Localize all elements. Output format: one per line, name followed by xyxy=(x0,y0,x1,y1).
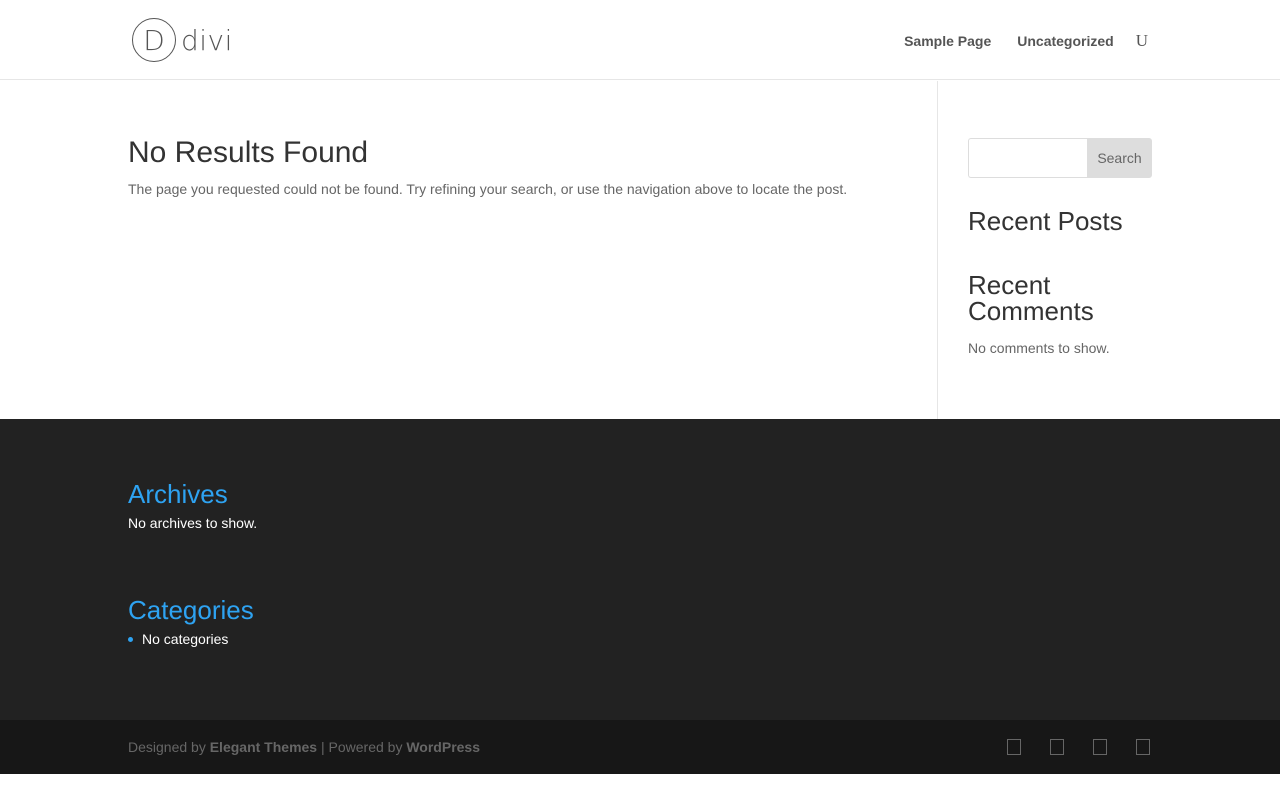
categories-title: Categories xyxy=(128,595,254,625)
wordpress-link[interactable]: WordPress xyxy=(406,739,480,755)
nav-item-sample-page[interactable]: Sample Page xyxy=(904,32,991,50)
page-title: No Results Found xyxy=(128,136,369,169)
footer-widgets-area: Archives No archives to show. Categories… xyxy=(0,419,1280,720)
rss-icon[interactable] xyxy=(1136,739,1150,755)
sidebar-divider xyxy=(937,81,938,419)
footer-credits: Designed by Elegant Themes | Powered by … xyxy=(128,738,480,756)
twitter-icon[interactable] xyxy=(1050,739,1064,755)
site-header: D divi Sample Page Uncategorized U xyxy=(0,0,1280,80)
logo-mark: D xyxy=(132,18,176,62)
no-comments-text: No comments to show. xyxy=(968,340,1110,356)
main-area: No Results Found The page you requested … xyxy=(0,81,1280,419)
search-button[interactable]: Search xyxy=(1087,138,1152,178)
recent-posts-title: Recent Posts xyxy=(968,206,1123,236)
social-icons xyxy=(978,739,1150,755)
search-form: Search xyxy=(968,138,1152,178)
list-item: No categories xyxy=(128,629,257,649)
logo-text: divi xyxy=(181,23,233,57)
credits-middle: | Powered by xyxy=(320,739,403,755)
main-nav: Sample Page Uncategorized U xyxy=(878,32,1148,50)
search-icon[interactable]: U xyxy=(1136,32,1148,50)
categories-list: No categories xyxy=(128,629,257,649)
search-input[interactable] xyxy=(968,138,1087,178)
not-found-message: The page you requested could not be foun… xyxy=(128,181,848,197)
credits-prefix: Designed by xyxy=(128,739,206,755)
facebook-icon[interactable] xyxy=(1007,739,1021,755)
recent-comments-title: Recent Comments xyxy=(968,270,1094,326)
content-area: No Results Found The page you requested … xyxy=(128,135,908,199)
sidebar: Search Recent Posts Recent Comments No c… xyxy=(968,138,1152,358)
elegant-themes-link[interactable]: Elegant Themes xyxy=(210,739,317,755)
site-logo[interactable]: D divi xyxy=(132,18,233,62)
google-plus-icon[interactable] xyxy=(1093,739,1107,755)
footer-bottom-bar: Designed by Elegant Themes | Powered by … xyxy=(0,720,1280,774)
page-bottom-spacer xyxy=(0,774,1280,800)
archives-title: Archives xyxy=(128,479,228,509)
archives-text: No archives to show. xyxy=(128,515,258,531)
nav-item-uncategorized[interactable]: Uncategorized xyxy=(1017,32,1113,50)
footer-widgets: Archives No archives to show. Categories… xyxy=(128,479,257,649)
